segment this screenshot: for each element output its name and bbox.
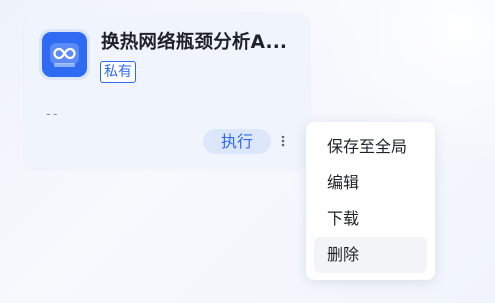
app-description: -- (46, 107, 60, 122)
context-menu: 保存至全局 编辑 下载 删除 (306, 122, 435, 280)
private-badge: 私有 (100, 61, 136, 83)
menu-item-edit[interactable]: 编辑 (314, 165, 427, 201)
menu-item-save-global[interactable]: 保存至全局 (314, 129, 427, 165)
app-card[interactable]: 换热网络瓶颈分析A... 私有 -- 执行 (24, 12, 310, 168)
run-button[interactable]: 执行 (203, 129, 271, 154)
app-title: 换热网络瓶颈分析A... (101, 32, 288, 53)
more-vertical-icon[interactable] (277, 132, 289, 150)
menu-item-delete[interactable]: 删除 (314, 237, 427, 273)
app-loop-icon (39, 29, 90, 80)
menu-item-download[interactable]: 下载 (314, 201, 427, 237)
